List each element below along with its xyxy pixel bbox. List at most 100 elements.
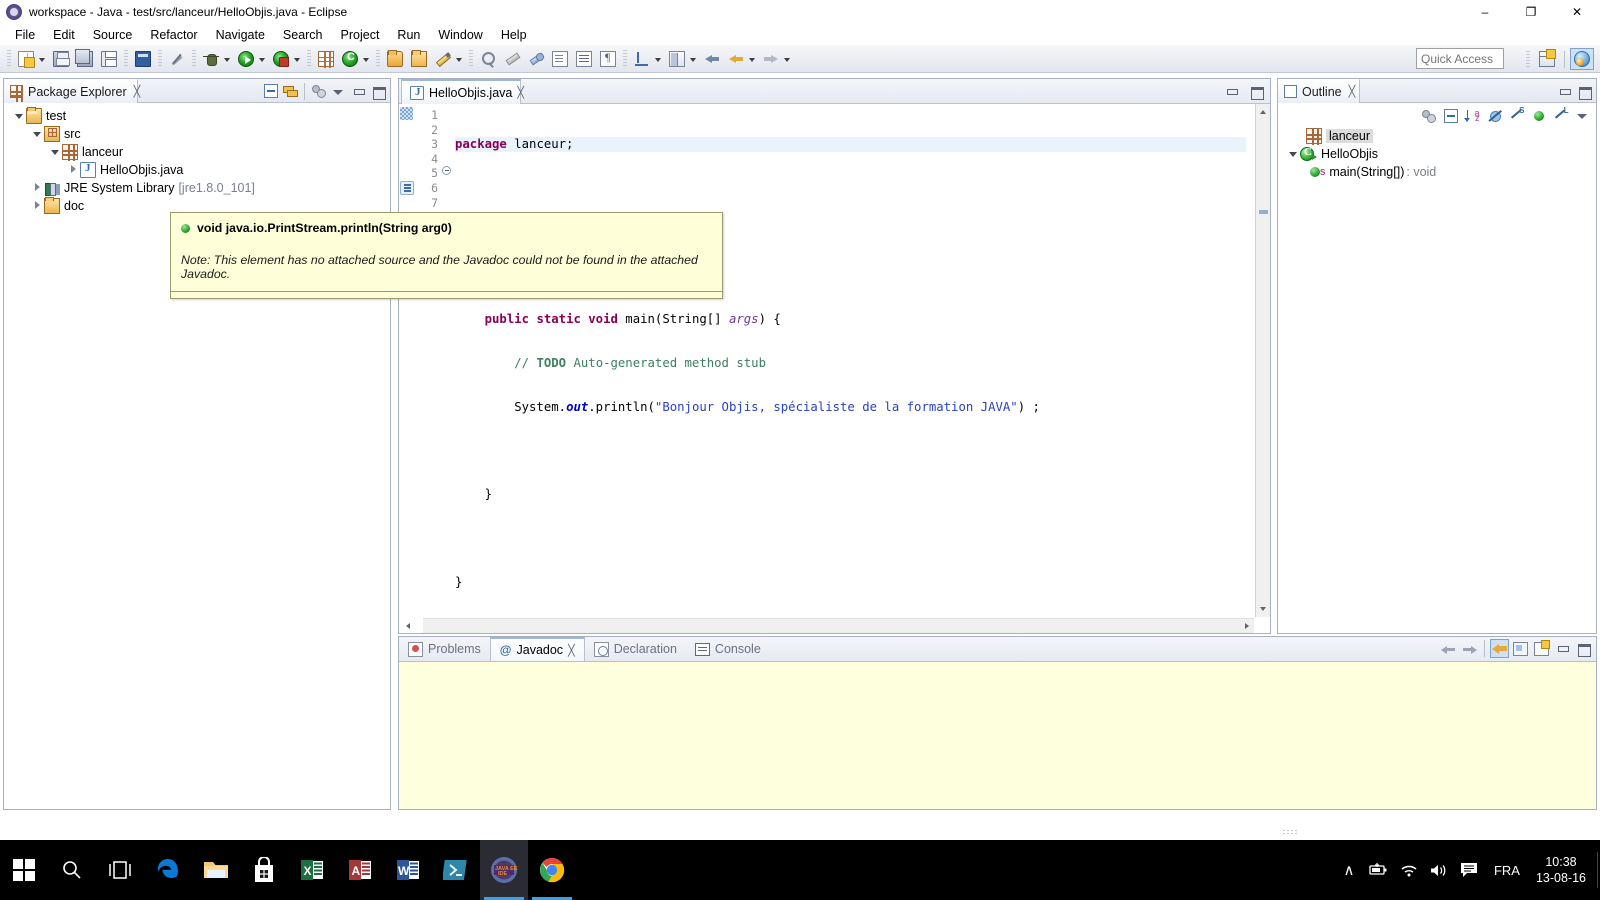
toolbar-grip[interactable] (7, 49, 11, 68)
tab-problems[interactable]: Problems (399, 637, 490, 661)
fold-collapse-icon[interactable] (442, 166, 451, 175)
minimize-editor-button[interactable] (1222, 82, 1241, 101)
toolbar-grip-4[interactable] (192, 49, 196, 68)
twisty-open-icon[interactable] (48, 144, 62, 160)
tab-console[interactable]: Console (686, 637, 770, 661)
battery-icon[interactable] (1364, 840, 1394, 900)
twisty-open-icon[interactable] (12, 108, 26, 124)
taskbar-store[interactable] (240, 840, 288, 900)
menu-project[interactable]: Project (332, 26, 389, 44)
tab-package-explorer[interactable]: Package Explorer ╳ (4, 79, 141, 103)
start-button[interactable] (0, 840, 48, 900)
maximize-editor-button[interactable] (1247, 82, 1266, 101)
javadoc-hover-popup[interactable]: void java.io.PrintStream.println(String … (170, 212, 723, 299)
run-button[interactable] (235, 48, 257, 70)
action-center-icon[interactable] (1454, 840, 1484, 900)
new-class-button[interactable] (339, 48, 361, 70)
external-tools-button[interactable] (270, 48, 292, 70)
menu-file[interactable]: File (6, 26, 44, 44)
open-perspective-button[interactable] (1535, 48, 1559, 70)
minimize-view-button[interactable] (1555, 82, 1574, 101)
show-hidden-icons-button[interactable]: ∧ (1334, 840, 1364, 900)
language-indicator[interactable]: FRA (1484, 863, 1530, 878)
search-button[interactable] (477, 48, 499, 70)
sort-button[interactable] (1463, 106, 1482, 125)
taskbar-search[interactable] (48, 840, 96, 900)
twisty-open-icon[interactable] (30, 126, 44, 142)
twisty-open-icon[interactable] (1286, 146, 1300, 162)
menu-search[interactable]: Search (274, 26, 332, 44)
quick-access-input[interactable] (1416, 48, 1504, 69)
hide-nonpublic-button[interactable] (1529, 106, 1548, 125)
extract-method-button[interactable] (549, 48, 571, 70)
package-explorer-body[interactable]: test src lanceur J HelloObjis.java JRE S… (4, 103, 390, 809)
last-edit-dropdown[interactable] (654, 48, 663, 70)
scroll-right-arrow-icon[interactable] (1240, 619, 1255, 633)
perspective-button[interactable] (666, 48, 688, 70)
volume-icon[interactable] (1424, 840, 1454, 900)
tab-declaration[interactable]: Declaration (585, 637, 686, 661)
scroll-down-arrow-icon[interactable] (1256, 602, 1270, 617)
clock[interactable]: 10:38 13-08-16 (1530, 854, 1600, 886)
open-task-button[interactable] (408, 48, 430, 70)
minimize-view-button[interactable] (1553, 639, 1572, 658)
run-dropdown[interactable] (258, 48, 267, 70)
toolbar-grip-7[interactable] (469, 49, 473, 68)
taskbar-eclipse[interactable]: JAVA EE IDE (480, 840, 528, 900)
twisty-closed-icon[interactable] (66, 162, 80, 178)
collapse-all-button[interactable] (261, 82, 280, 101)
collapse-all-button[interactable] (1441, 106, 1460, 125)
taskbar-access[interactable]: A (336, 840, 384, 900)
tree-item-helloobjis-java[interactable]: HelloObjis.java (4, 161, 390, 179)
maximize-view-button[interactable] (369, 82, 388, 101)
taskbar-edge[interactable] (144, 840, 192, 900)
perspective-grip[interactable] (1526, 49, 1530, 69)
javadoc-content[interactable] (399, 662, 1596, 809)
close-javadoc-tab-icon[interactable]: ╳ (568, 644, 575, 657)
close-window-button[interactable]: ✕ (1554, 0, 1600, 24)
view-menu-button[interactable] (1573, 106, 1592, 125)
status-bar-resize-handle[interactable] (1282, 829, 1298, 834)
menu-source[interactable]: Source (84, 26, 142, 44)
toolbar-grip-5[interactable] (307, 49, 311, 68)
new-java-project-button[interactable] (315, 48, 337, 70)
brush-blue-button[interactable] (525, 48, 547, 70)
menu-window[interactable]: Window (429, 26, 491, 44)
close-package-explorer-icon[interactable]: ╳ (134, 85, 141, 98)
outline-item-lanceur[interactable]: lanceur (1278, 127, 1596, 145)
toolbar-grip-8[interactable] (623, 49, 627, 68)
minimize-view-button[interactable] (349, 82, 368, 101)
outline-item-main-method[interactable]: S main(String[]) : void (1278, 163, 1596, 181)
toggle-mark-occurrences-button[interactable] (166, 48, 188, 70)
focus-on-active-task-button[interactable] (309, 82, 328, 101)
tree-item-lanceur[interactable]: lanceur (4, 143, 390, 161)
open-in-browser-button[interactable] (1511, 639, 1530, 658)
edit-button[interactable] (432, 48, 454, 70)
brush-button[interactable] (501, 48, 523, 70)
open-attached-javadoc-button[interactable] (1532, 639, 1551, 658)
maximize-view-button[interactable] (1574, 639, 1593, 658)
editor-body[interactable]: 1 2 3 4 5 6 7 8 9 10 11 12 pack (399, 104, 1270, 633)
scroll-left-arrow-icon[interactable] (401, 619, 416, 633)
taskbar-word[interactable]: W (384, 840, 432, 900)
outline-item-helloobjis[interactable]: HelloObjis (1278, 145, 1596, 163)
external-tools-dropdown[interactable] (293, 48, 302, 70)
debug-button[interactable] (200, 48, 222, 70)
back-dropdown[interactable] (748, 48, 757, 70)
toolbar-grip-3[interactable] (158, 49, 162, 68)
code-text[interactable]: package lanceur; public class HelloObjis… (455, 104, 1246, 633)
taskbar-task-view[interactable] (96, 840, 144, 900)
open-terminal-button[interactable] (132, 48, 154, 70)
link-with-editor-button[interactable] (281, 82, 300, 101)
overview-ruler-marker[interactable] (1259, 210, 1268, 214)
twisty-closed-icon[interactable] (30, 198, 44, 214)
hide-static-button[interactable] (1507, 106, 1526, 125)
tab-outline[interactable]: Outline ╳ (1278, 79, 1360, 103)
new-class-dropdown[interactable] (362, 48, 371, 70)
forward-dropdown[interactable] (783, 48, 792, 70)
hide-fields-button[interactable] (1485, 106, 1504, 125)
scroll-up-arrow-icon[interactable] (1256, 104, 1270, 119)
editor-annotation-gutter[interactable] (399, 104, 415, 633)
restore-window-button[interactable]: ❐ (1508, 0, 1554, 24)
last-edit-location-button[interactable] (631, 48, 653, 70)
